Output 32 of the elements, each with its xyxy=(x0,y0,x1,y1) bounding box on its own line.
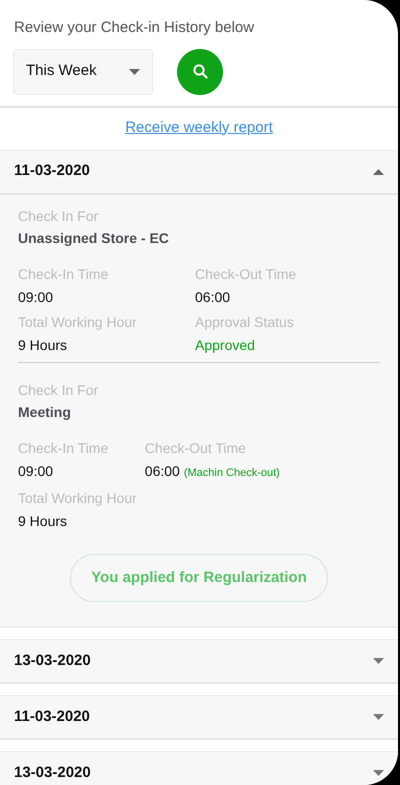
field-note: (Machin Check-out) xyxy=(184,466,280,480)
field-value: 06:00 xyxy=(195,288,232,306)
collapse-caret-icon xyxy=(373,168,384,174)
page-title: Review your Check-in History below xyxy=(13,18,256,38)
status-value: Approved xyxy=(195,336,256,354)
field-label: Check In For xyxy=(18,206,100,224)
field-value: 09:00 xyxy=(18,462,54,480)
field-label: Total Working Hour xyxy=(18,488,137,506)
field-label: Total Working Hour xyxy=(18,312,138,330)
period-dropdown[interactable]: This Week xyxy=(13,48,153,94)
caret-icon xyxy=(129,68,140,74)
search-button[interactable] xyxy=(177,48,223,94)
field-label: Check-Out Time xyxy=(144,438,247,456)
field-label: Check-In Time xyxy=(18,438,110,456)
expand-caret-icon xyxy=(373,714,384,720)
day-header[interactable]: 13-03-2020 xyxy=(0,639,398,684)
expand-caret-icon xyxy=(373,770,384,776)
day-header[interactable]: 13-03-2020 xyxy=(0,751,398,785)
field-value: Unassigned Store - EC xyxy=(18,228,170,248)
field-value: Meeting xyxy=(18,402,72,422)
day-header[interactable]: 11-03-2020 xyxy=(0,695,398,740)
expand-caret-icon xyxy=(373,658,384,664)
field-value: 9 Hours xyxy=(18,512,68,530)
field-value: 09:00 xyxy=(18,288,54,306)
field-label: Approval Status xyxy=(195,312,295,330)
day-header[interactable]: 11-03-2020 xyxy=(0,150,398,194)
field-label: Check-Out Time xyxy=(195,264,298,282)
field-value: 9 Hours xyxy=(18,336,68,354)
search-icon xyxy=(192,64,208,79)
field-label: Check In For xyxy=(18,380,100,398)
field-value: 06:00 xyxy=(144,462,180,480)
field-label: Check-In Time xyxy=(18,264,110,282)
